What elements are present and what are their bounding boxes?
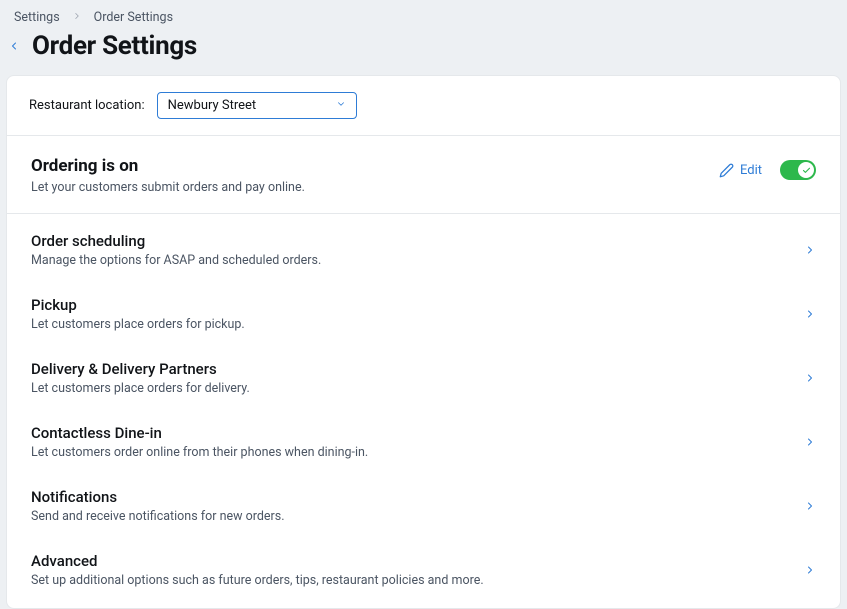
chevron-right-icon — [804, 369, 816, 388]
section-delivery[interactable]: Delivery & Delivery Partners Let custome… — [7, 346, 840, 410]
pencil-icon — [719, 163, 734, 178]
check-icon — [802, 166, 811, 175]
section-advanced[interactable]: Advanced Set up additional options such … — [7, 538, 840, 602]
chevron-right-icon — [804, 497, 816, 516]
chevron-right-icon — [804, 433, 816, 452]
section-title: Contactless Dine-in — [31, 424, 368, 442]
settings-card: Restaurant location: Newbury Street Orde… — [6, 75, 841, 609]
section-title: Pickup — [31, 296, 245, 314]
title-row: Order Settings — [0, 31, 847, 75]
section-title: Advanced — [31, 552, 484, 570]
chevron-right-icon — [804, 561, 816, 580]
chevron-right-icon — [72, 10, 82, 25]
section-description: Send and receive notifications for new o… — [31, 509, 285, 524]
section-description: Let customers place orders for pickup. — [31, 317, 245, 332]
section-description: Set up additional options such as future… — [31, 573, 484, 588]
ordering-status-row: Ordering is on Let your customers submit… — [7, 136, 840, 214]
location-row: Restaurant location: Newbury Street — [7, 76, 840, 136]
location-select[interactable]: Newbury Street — [157, 92, 357, 119]
section-contactless-dine-in[interactable]: Contactless Dine-in Let customers order … — [7, 410, 840, 474]
section-title: Notifications — [31, 488, 285, 506]
page-title: Order Settings — [32, 31, 197, 61]
section-title: Delivery & Delivery Partners — [31, 360, 250, 378]
edit-button[interactable]: Edit — [719, 163, 762, 178]
section-list: Order scheduling Manage the options for … — [7, 214, 840, 608]
section-description: Manage the options for ASAP and schedule… — [31, 253, 321, 268]
ordering-status-text: Ordering is on Let your customers submit… — [31, 156, 305, 195]
edit-label: Edit — [740, 163, 762, 178]
section-description: Let customers place orders for delivery. — [31, 381, 250, 396]
section-order-scheduling[interactable]: Order scheduling Manage the options for … — [7, 218, 840, 282]
chevron-right-icon — [804, 241, 816, 260]
toggle-knob — [798, 162, 814, 178]
ordering-status-description: Let your customers submit orders and pay… — [31, 180, 305, 195]
location-label: Restaurant location: — [29, 98, 145, 113]
breadcrumb-root-link[interactable]: Settings — [14, 10, 60, 25]
section-title: Order scheduling — [31, 232, 321, 250]
back-button[interactable] — [6, 35, 22, 58]
ordering-toggle[interactable] — [780, 160, 816, 180]
section-notifications[interactable]: Notifications Send and receive notificat… — [7, 474, 840, 538]
location-selected-value: Newbury Street — [168, 98, 257, 113]
chevron-right-icon — [804, 305, 816, 324]
chevron-left-icon — [8, 40, 20, 52]
section-description: Let customers order online from their ph… — [31, 445, 368, 460]
breadcrumb-current: Order Settings — [94, 10, 173, 25]
ordering-status-actions: Edit — [719, 156, 816, 180]
section-pickup[interactable]: Pickup Let customers place orders for pi… — [7, 282, 840, 346]
breadcrumb: Settings Order Settings — [0, 0, 847, 31]
chevron-down-icon — [336, 98, 346, 113]
ordering-status-title: Ordering is on — [31, 156, 305, 176]
